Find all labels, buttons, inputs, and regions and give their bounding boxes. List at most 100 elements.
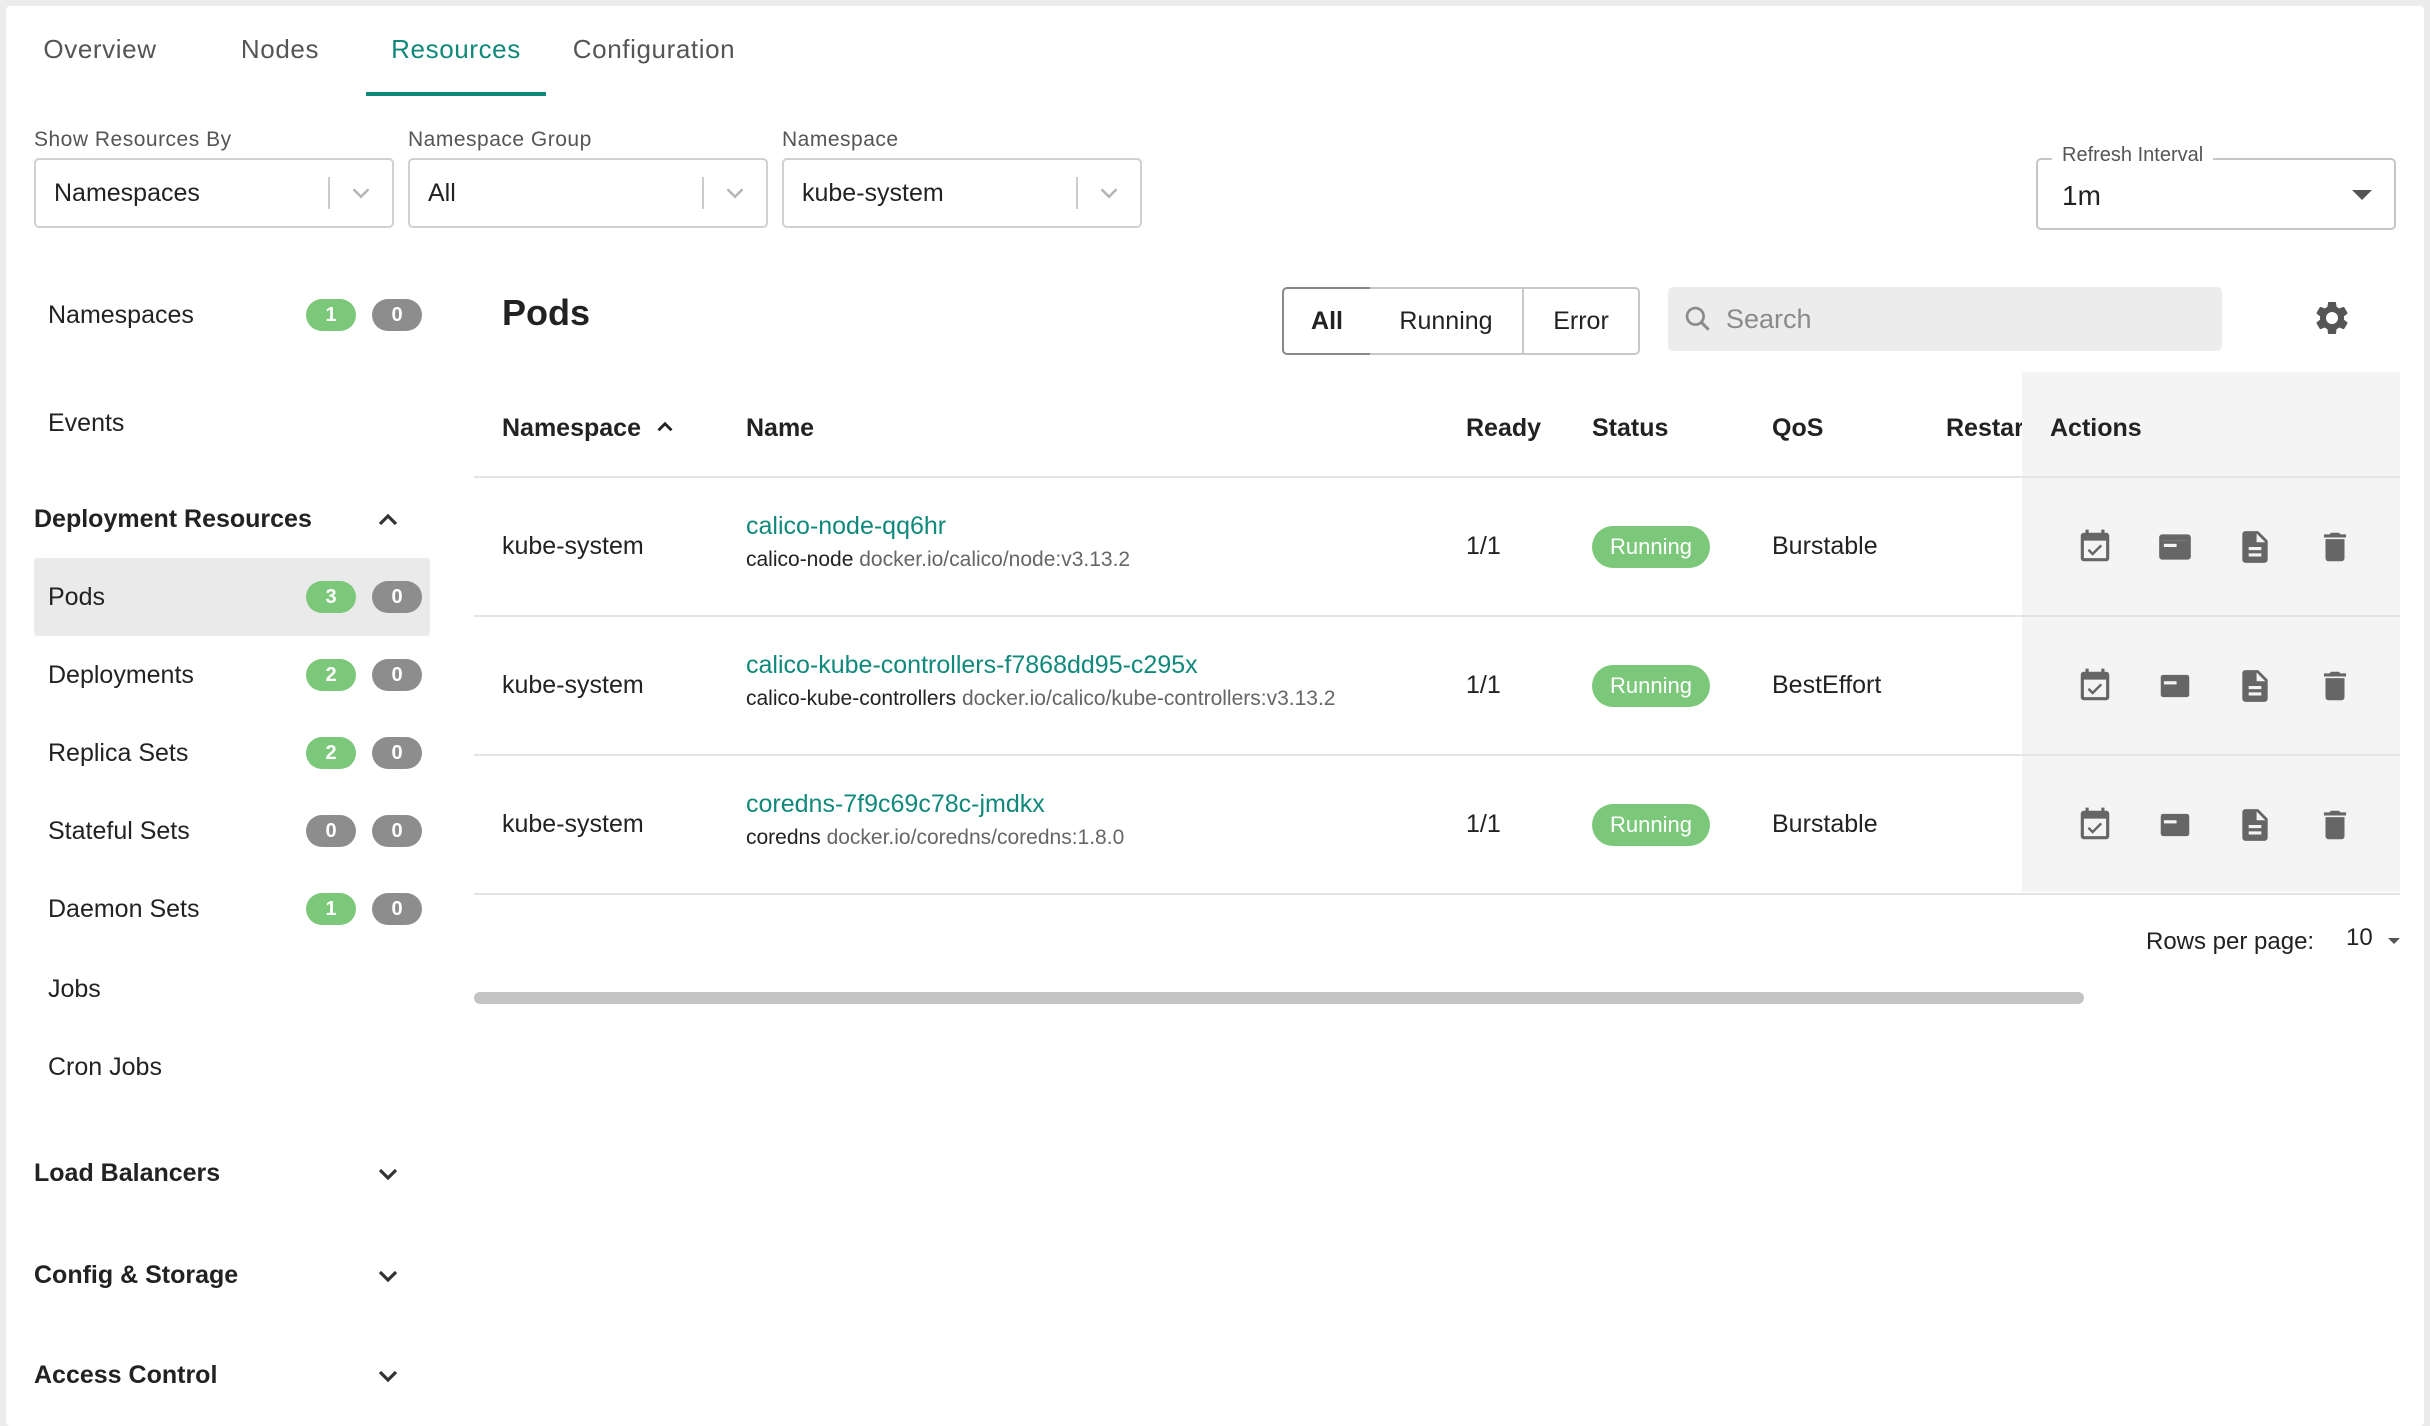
namespace-label: Namespace [782, 128, 899, 151]
terminal-icon[interactable] [2156, 667, 2194, 705]
caret-down-icon [2352, 190, 2372, 200]
tab-configuration[interactable]: Configuration [554, 6, 754, 92]
sidebar-item-label: Daemon Sets [48, 894, 200, 923]
terminal-icon[interactable] [2156, 806, 2194, 844]
delete-icon[interactable] [2316, 528, 2354, 566]
qos-cell: BestEffort [1772, 671, 1882, 699]
chevron-up-icon [378, 513, 398, 526]
sidebar-item-events[interactable]: Events [34, 384, 430, 462]
sidebar-group-label: Access Control [34, 1361, 218, 1389]
sidebar-item-label: Deployments [48, 660, 194, 689]
logs-document-icon[interactable] [2236, 667, 2274, 705]
column-header-namespace[interactable]: Namespace [502, 414, 678, 443]
ok-count-badge: 2 [306, 737, 356, 769]
pod-name-link[interactable]: calico-kube-controllers-f7868dd95-c295x [746, 651, 1198, 680]
sidebar-item-namespaces[interactable]: Namespaces 1 0 [34, 276, 430, 354]
pod-name-link[interactable]: coredns-7f9c69c78c-jmdkx [746, 790, 1045, 819]
refresh-interval-select[interactable]: Refresh Interval 1m [2036, 144, 2396, 230]
tab-nodes[interactable]: Nodes [200, 6, 360, 92]
gear-icon[interactable] [2312, 298, 2352, 338]
sidebar-item-label: Cron Jobs [48, 1052, 162, 1081]
column-header-name[interactable]: Name [746, 414, 814, 443]
namespace-value: kube-system [802, 179, 944, 207]
filter-running-button[interactable]: Running [1370, 287, 1524, 355]
logs-document-icon[interactable] [2236, 528, 2274, 566]
chevron-down-icon [726, 188, 744, 199]
error-count-badge: 0 [372, 581, 422, 613]
status-badge: Running [1592, 526, 1710, 568]
sidebar-group-label: Load Balancers [34, 1159, 221, 1187]
sidebar-item-deployments[interactable]: Deployments 2 0 [34, 636, 430, 714]
calendar-check-icon[interactable] [2076, 806, 2114, 844]
caret-down-icon [2388, 938, 2400, 944]
sidebar-item-label: Stateful Sets [48, 816, 190, 845]
sidebar-item-daemon-sets[interactable]: Daemon Sets 1 0 [34, 870, 430, 948]
logs-document-icon[interactable] [2236, 806, 2274, 844]
table-row: kube-system calico-kube-controllers-f786… [474, 615, 2400, 754]
column-header-restarts[interactable]: Restart [1946, 414, 2022, 443]
pods-table: Namespace Name Ready Status QoS Restart … [474, 372, 2400, 1006]
page-title: Pods [502, 292, 591, 333]
search-input[interactable] [1726, 287, 2206, 351]
column-header-status[interactable]: Status [1592, 414, 1668, 443]
chevron-down-icon [1100, 188, 1118, 199]
delete-icon[interactable] [2316, 667, 2354, 705]
rows-per-page-select[interactable]: 10 [2346, 924, 2373, 952]
sidebar-item-jobs[interactable]: Jobs [34, 950, 430, 1028]
column-header-actions: Actions [2050, 414, 2142, 442]
calendar-check-icon[interactable] [2076, 528, 2114, 566]
container-image: docker.io/calico/kube-controllers:v3.13.… [961, 687, 1336, 710]
error-count-badge: 0 [372, 299, 422, 331]
sidebar-item-replica-sets[interactable]: Replica Sets 2 0 [34, 714, 430, 792]
sidebar-group-label: Deployment Resources [34, 505, 312, 533]
ok-count-badge: 3 [306, 581, 356, 613]
table-row: kube-system coredns-7f9c69c78c-jmdkx cor… [474, 754, 2400, 895]
ok-count-badge: 1 [306, 893, 356, 925]
show-by-value: Namespaces [54, 179, 200, 207]
filter-all-button[interactable]: All [1282, 287, 1372, 355]
container-name: calico-node [746, 548, 854, 571]
namespace-group-label: Namespace Group [408, 128, 592, 151]
namespace-cell: kube-system [502, 532, 644, 560]
app-frame: Overview Nodes Resources Configuration S… [6, 6, 2424, 1426]
ready-cell: 1/1 [1466, 671, 1501, 699]
sort-ascending-icon [657, 421, 673, 432]
pod-name-link[interactable]: calico-node-qq6hr [746, 512, 946, 541]
container-name: coredns [746, 826, 821, 849]
sidebar-group-config-storage[interactable]: Config & Storage [34, 1246, 404, 1306]
tab-resources[interactable]: Resources [366, 6, 546, 96]
error-count-badge: 0 [372, 737, 422, 769]
column-header-label: Namespace [502, 414, 641, 442]
status-badge: Running [1592, 804, 1710, 846]
sidebar-item-label: Replica Sets [48, 738, 189, 767]
sidebar-item-label: Jobs [48, 974, 101, 1003]
ok-count-badge: 2 [306, 659, 356, 691]
delete-icon[interactable] [2316, 806, 2354, 844]
column-header-ready[interactable]: Ready [1466, 414, 1541, 443]
column-header-qos[interactable]: QoS [1772, 414, 1823, 443]
sidebar-item-cron-jobs[interactable]: Cron Jobs [34, 1028, 430, 1106]
error-count-badge: 0 [372, 815, 422, 847]
sidebar-item-stateful-sets[interactable]: Stateful Sets 0 0 [34, 792, 430, 870]
container-image: docker.io/coredns/coredns:1.8.0 [826, 826, 1125, 849]
pod-container-info: coredns docker.io/coredns/coredns:1.8.0 [746, 826, 1124, 850]
namespace-cell: kube-system [502, 671, 644, 699]
pod-container-info: calico-node docker.io/calico/node:v3.13.… [746, 548, 1130, 572]
terminal-icon[interactable] [2156, 528, 2194, 566]
show-by-select[interactable]: Namespaces [34, 158, 394, 228]
sidebar-group-deployment-resources[interactable]: Deployment Resources [34, 490, 404, 550]
sidebar-group-access-control[interactable]: Access Control [34, 1346, 404, 1406]
chevron-down-icon [378, 1168, 398, 1181]
sidebar-group-load-balancers[interactable]: Load Balancers [34, 1144, 404, 1204]
ready-cell: 1/1 [1466, 532, 1501, 560]
horizontal-scrollbar[interactable] [474, 992, 2084, 1004]
filter-error-button[interactable]: Error [1524, 287, 1640, 355]
select-separator [1076, 177, 1078, 209]
tab-overview[interactable]: Overview [20, 6, 180, 92]
error-count-badge: 0 [372, 659, 422, 691]
namespace-group-select[interactable]: All [408, 158, 768, 228]
sidebar-item-pods[interactable]: Pods 3 0 [34, 558, 430, 636]
namespace-select[interactable]: kube-system [782, 158, 1142, 228]
calendar-check-icon[interactable] [2076, 667, 2114, 705]
show-by-label: Show Resources By [34, 128, 232, 151]
